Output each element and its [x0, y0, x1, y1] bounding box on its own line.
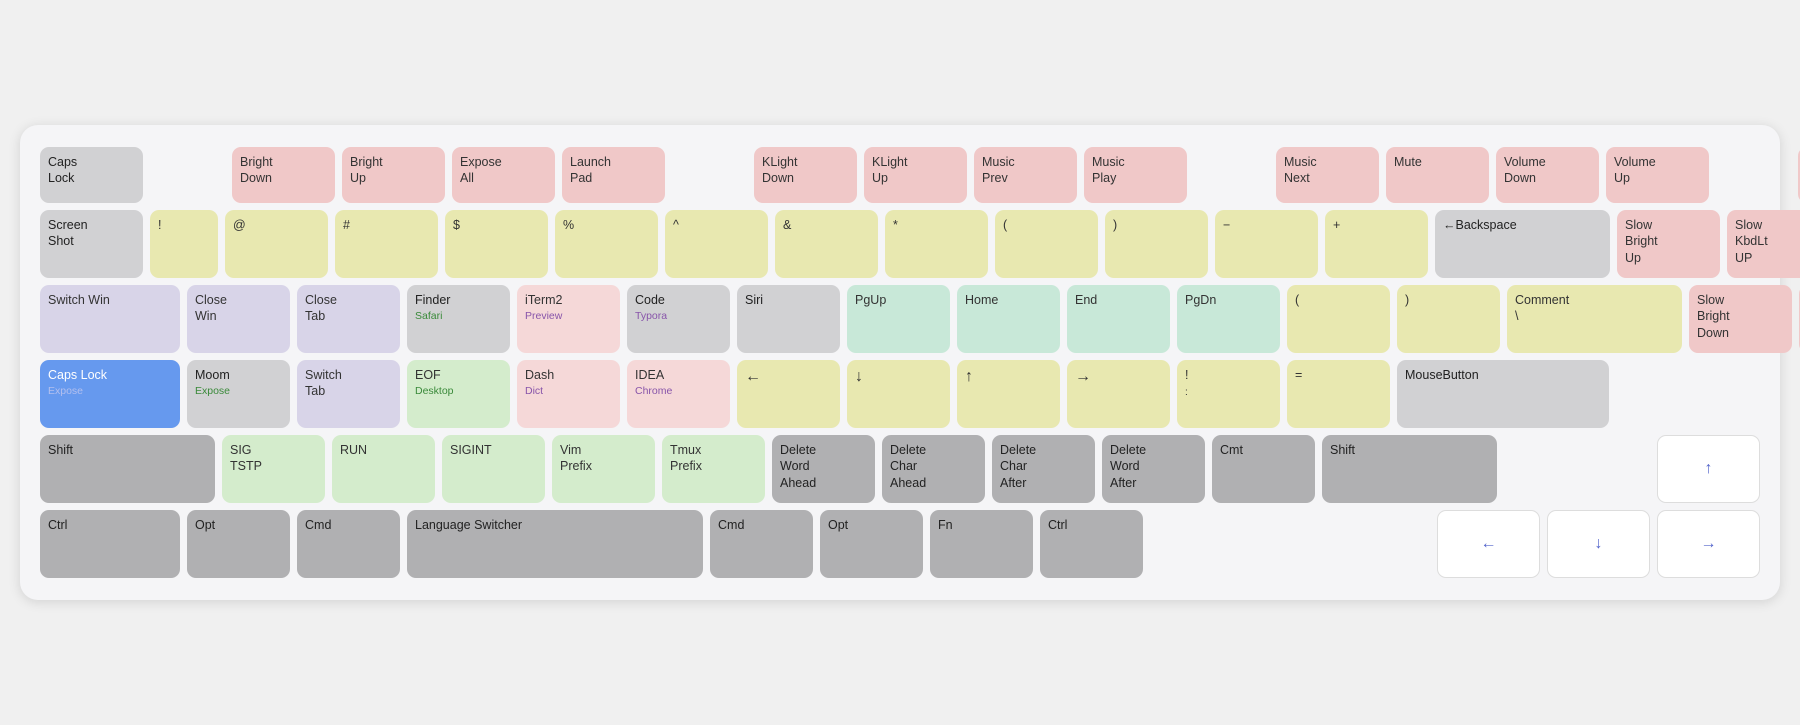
key-mute[interactable]: Mute	[1386, 147, 1489, 203]
key-amp[interactable]: &	[775, 210, 878, 278]
key-del-word-after[interactable]: DeleteWordAfter	[1102, 435, 1205, 503]
key-volume-up[interactable]: VolumeUp	[1606, 147, 1709, 203]
key-close-tab[interactable]: CloseTab	[297, 285, 400, 353]
key-lang-switch[interactable]: Language Switcher	[407, 510, 703, 578]
key-music-prev[interactable]: MusicPrev	[974, 147, 1077, 203]
key-bright-up[interactable]: BrightUp	[342, 147, 445, 203]
key-arrow-right[interactable]: →	[1067, 360, 1170, 428]
key-slow-bright-down[interactable]: SlowBrightDown	[1689, 285, 1792, 353]
key-del-word-ahead[interactable]: DeleteWordAhead	[772, 435, 875, 503]
key-lparen2[interactable]: (	[1287, 285, 1390, 353]
key-cmt[interactable]: Cmt	[1212, 435, 1315, 503]
key-cmd-l[interactable]: Cmd	[297, 510, 400, 578]
key-dollar[interactable]: $	[445, 210, 548, 278]
key-klight-up[interactable]: KLightUp	[864, 147, 967, 203]
key-caret[interactable]: ^	[665, 210, 768, 278]
key-pgup[interactable]: PgUp	[847, 285, 950, 353]
key-vim-prefix[interactable]: VimPrefix	[552, 435, 655, 503]
key-minus[interactable]: −	[1215, 210, 1318, 278]
key-mousebtn[interactable]: MouseButton	[1397, 360, 1609, 428]
key-end[interactable]: End	[1067, 285, 1170, 353]
key-rparen2[interactable]: )	[1397, 285, 1500, 353]
key-close-win[interactable]: CloseWin	[187, 285, 290, 353]
key-volume-down[interactable]: VolumeDown	[1496, 147, 1599, 203]
shift-row: Shift SIGTSTP RUN SIGINT VimPrefix TmuxP…	[40, 435, 1760, 503]
key-plus[interactable]: +	[1325, 210, 1428, 278]
key-lparen[interactable]: (	[995, 210, 1098, 278]
key-shift-l[interactable]: Shift	[40, 435, 215, 503]
key-tmux-prefix[interactable]: TmuxPrefix	[662, 435, 765, 503]
keyboard: CapsLock BrightDown BrightUp ExposeAll L…	[20, 125, 1780, 600]
key-backspace[interactable]: ←Backspace	[1435, 210, 1610, 278]
key-slow-bright-up[interactable]: SlowBrightUp	[1617, 210, 1720, 278]
ctrl-row: Ctrl Opt Cmd Language Switcher Cmd Opt F…	[40, 510, 1760, 578]
fn-row: CapsLock BrightDown BrightUp ExposeAll L…	[40, 147, 1760, 203]
key-run[interactable]: RUN	[332, 435, 435, 503]
key-opt-l[interactable]: Opt	[187, 510, 290, 578]
key-music-play[interactable]: MusicPlay	[1084, 147, 1187, 203]
key-moom[interactable]: MoomExpose	[187, 360, 290, 428]
key-code[interactable]: CodeTypora	[627, 285, 730, 353]
key-bright-down[interactable]: BrightDown	[232, 147, 335, 203]
key-ctrl-l[interactable]: Ctrl	[40, 510, 180, 578]
key-cmd-r[interactable]: Cmd	[710, 510, 813, 578]
key-launch-pad[interactable]: LaunchPad	[562, 147, 665, 203]
key-eq[interactable]: =	[1287, 360, 1390, 428]
key-caps-lock-fn[interactable]: CapsLock	[40, 147, 143, 203]
key-caps-lock[interactable]: Caps LockExpose	[40, 360, 180, 428]
key-arrow-up[interactable]: ↑	[957, 360, 1060, 428]
key-excl2[interactable]: !:	[1177, 360, 1280, 428]
key-arr-left[interactable]: ←	[1437, 510, 1540, 578]
key-idea[interactable]: IDEAChrome	[627, 360, 730, 428]
key-arr-right[interactable]: →	[1657, 510, 1760, 578]
key-opt-r[interactable]: Opt	[820, 510, 923, 578]
tab-row: Switch Win CloseWin CloseTab FinderSafar…	[40, 285, 1760, 353]
key-sig-tstp[interactable]: SIGTSTP	[222, 435, 325, 503]
key-hash[interactable]: #	[335, 210, 438, 278]
key-percent[interactable]: %	[555, 210, 658, 278]
key-screenshot[interactable]: ScreenShot	[40, 210, 143, 278]
key-pgdn[interactable]: PgDn	[1177, 285, 1280, 353]
key-expose-all[interactable]: ExposeAll	[452, 147, 555, 203]
caps-row: Caps LockExpose MoomExpose SwitchTab EOF…	[40, 360, 1760, 428]
key-home[interactable]: Home	[957, 285, 1060, 353]
key-ctrl-r[interactable]: Ctrl	[1040, 510, 1143, 578]
key-at[interactable]: @	[225, 210, 328, 278]
key-del-char-ahead[interactable]: DeleteCharAhead	[882, 435, 985, 503]
key-eof[interactable]: EOFDesktop	[407, 360, 510, 428]
key-excl[interactable]: !	[150, 210, 218, 278]
key-switch-win[interactable]: Switch Win	[40, 285, 180, 353]
key-dash[interactable]: DashDict	[517, 360, 620, 428]
key-klight-down[interactable]: KLightDown	[754, 147, 857, 203]
key-iterm2[interactable]: iTerm2Preview	[517, 285, 620, 353]
key-del-char-after[interactable]: DeleteCharAfter	[992, 435, 1095, 503]
key-slow-kbdlt-up[interactable]: SlowKbdLtUP	[1727, 210, 1800, 278]
key-shift-r[interactable]: Shift	[1322, 435, 1497, 503]
key-star[interactable]: *	[885, 210, 988, 278]
key-sigint[interactable]: SIGINT	[442, 435, 545, 503]
key-fn[interactable]: Fn	[930, 510, 1033, 578]
key-switch-tab[interactable]: SwitchTab	[297, 360, 400, 428]
key-rparen[interactable]: )	[1105, 210, 1208, 278]
key-finder[interactable]: FinderSafari	[407, 285, 510, 353]
key-comment[interactable]: Comment\	[1507, 285, 1682, 353]
number-row: ScreenShot ! @ # $ % ^ & * ( ) − + ←Back…	[40, 210, 1760, 278]
key-arr-down[interactable]: ↓	[1547, 510, 1650, 578]
key-arr-up[interactable]: ↑	[1657, 435, 1760, 503]
key-siri[interactable]: Siri	[737, 285, 840, 353]
key-arrow-down[interactable]: ↓	[847, 360, 950, 428]
key-music-next[interactable]: MusicNext	[1276, 147, 1379, 203]
key-arrow-left[interactable]: ←	[737, 360, 840, 428]
